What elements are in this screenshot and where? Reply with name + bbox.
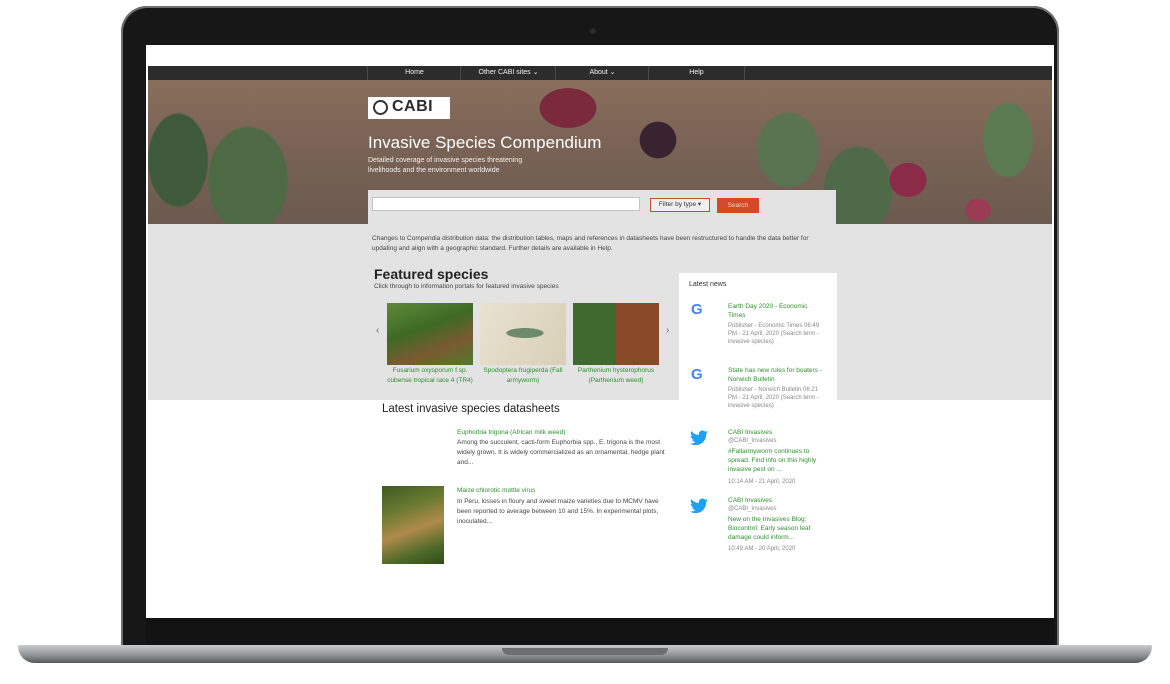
news-item-meta: 10:49 AM - 20 April, 2020 [728,546,796,552]
google-icon: G [691,301,703,318]
datasheet-image-maize[interactable] [382,486,444,564]
search-input[interactable] [372,197,640,211]
news-item-handle: @CABI_Invasives [728,438,777,444]
top-nav: Home Other CABI sites ⌄ About ⌄ Help [148,66,1052,80]
news-item-title[interactable]: State has new rules for boaters - Norwic… [728,366,823,384]
nav-home[interactable]: Home [367,66,461,80]
news-item-title[interactable]: CABI Invasives [728,428,823,437]
notice-text: Changes to Compendia distribution data: … [372,235,809,252]
species-caption-armyworm[interactable]: Spodoptera frugiperda (Fall armyworm) [478,366,568,386]
cabi-logo-icon [373,100,388,115]
nav-other-sites[interactable]: Other CABI sites ⌄ [460,66,556,80]
google-icon: G [691,366,703,383]
species-caption-fusarium[interactable]: Fusarium oxysporum f.sp. cubense tropica… [385,366,475,386]
page-subtitle: Detailed coverage of invasive species th… [368,157,523,174]
news-item-meta: 10:14 AM - 21 April, 2020 [728,479,796,485]
browser-top [146,45,1054,66]
featured-title: Featured species [374,266,489,282]
filter-by-type-button[interactable]: Filter by type ▾ [650,198,710,212]
news-item-handle: @CABI_Invasives [728,506,777,512]
species-caption-parthenium[interactable]: Parthenium hysterophorus (Parthenium wee… [571,366,661,386]
twitter-icon [690,498,708,514]
screen: Home Other CABI sites ⌄ About ⌄ Help CAB… [146,45,1054,618]
nav-about[interactable]: About ⌄ [555,66,649,80]
species-image-armyworm[interactable] [480,303,566,365]
cabi-logo-text: CABI [392,98,434,115]
twitter-icon [690,430,708,446]
news-item-meta: Publisher - Economic Times 06:49 PM - 21… [728,323,820,345]
news-item-body[interactable]: New on the Invasives Blog: Biocontrol: E… [728,515,823,542]
page-title: Invasive Species Compendium [368,133,602,152]
nav-help[interactable]: Help [648,66,745,80]
camera [590,28,596,34]
featured-subtitle: Click through to information portals for… [374,283,559,290]
news-item-meta: Publisher - Norwich Bulletin 06:21 PM - … [728,387,820,409]
datasheet-name[interactable]: Euphorbia trigona (African milk weed) [457,429,565,436]
species-image-parthenium[interactable] [573,303,659,365]
news-item-title[interactable]: Earth Day 2020 - Economic Times [728,302,823,320]
search-button[interactable]: Search [717,198,759,213]
news-item-body[interactable]: #Fallarmyworm continues to spread. Find … [728,447,823,474]
carousel-prev-icon[interactable]: ‹ [376,325,379,336]
news-heading: Latest news [689,281,727,288]
datasheets-title: Latest invasive species datasheets [382,403,560,415]
carousel-next-icon[interactable]: › [666,325,669,336]
datasheet-desc: In Peru, losses in floury and sweet maiz… [457,498,659,525]
species-image-fusarium[interactable] [387,303,473,365]
laptop-notch [502,648,668,655]
datasheet-desc: Among the succulent, cacti-form Euphorbi… [457,439,665,466]
datasheet-name[interactable]: Maize chlorotic mottle virus [457,487,535,494]
news-item-title[interactable]: CABI Invasives [728,496,823,505]
